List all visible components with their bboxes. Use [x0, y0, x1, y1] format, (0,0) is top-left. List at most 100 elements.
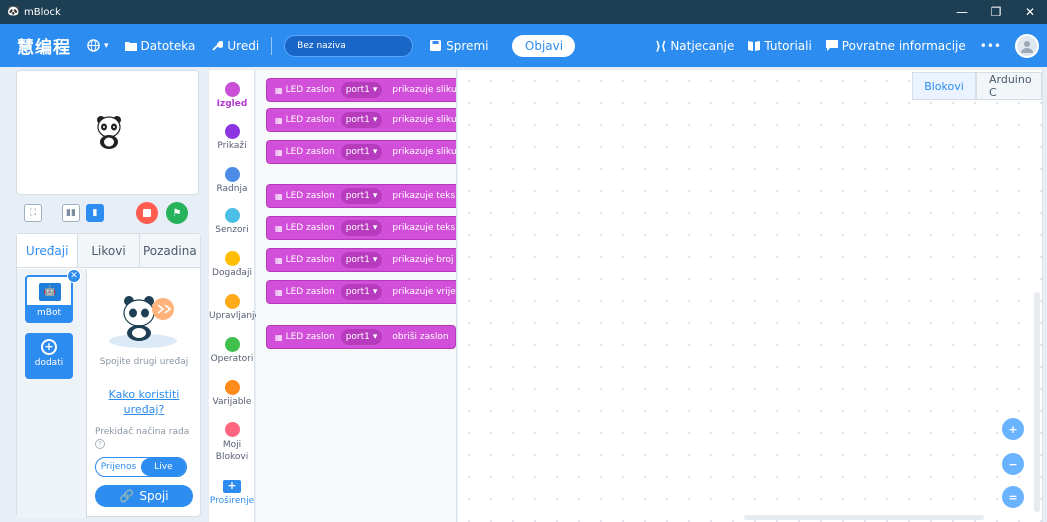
block-led-show-image[interactable]: ▦ LED zaslon port1 ▾ prikazuje sliku	[266, 140, 457, 164]
competition-link[interactable]: ⟩⟨ Natjecanje	[655, 39, 734, 53]
block-label: obriši zaslon	[392, 332, 449, 342]
app-logo[interactable]: 慧编程	[17, 33, 71, 58]
category-operators[interactable]: Operatori	[209, 337, 255, 364]
category-label: Varijable	[212, 397, 252, 407]
chevron-down-icon: ▾	[372, 332, 378, 342]
connect-button[interactable]: 🔗 Spoji	[95, 485, 193, 507]
category-label: Izgled	[216, 99, 248, 109]
block-palette: ▦ LED zaslon port1 ▾ prikazuje sliku ▦ LE…	[256, 70, 457, 522]
tab-sprites[interactable]: Likovi	[78, 234, 140, 267]
category-dot	[224, 337, 240, 352]
chevron-down-icon: ▾	[372, 255, 378, 265]
zoom-in-button[interactable]: +	[1002, 418, 1024, 440]
stop-button[interactable]	[136, 202, 158, 224]
publish-button[interactable]: Objavi	[512, 34, 576, 57]
category-my-blocks[interactable]: Moji Blokovi	[209, 422, 255, 463]
edit-menu[interactable]: Uredi	[211, 39, 259, 53]
block-led-show-text[interactable]: ▦ LED zaslon port1 ▾ prikazuje teks	[266, 184, 456, 208]
category-label: Operatori	[210, 354, 254, 364]
file-menu[interactable]: Datoteka	[124, 39, 195, 53]
tab-devices[interactable]: Uređaji	[17, 234, 79, 267]
port-dropdown[interactable]: port1 ▾	[340, 144, 383, 160]
large-stage-icon[interactable]: ▮	[86, 204, 104, 222]
user-avatar[interactable]	[1015, 33, 1039, 58]
led-matrix-icon: ▦	[275, 147, 283, 157]
tab-blocks[interactable]: Blokovi	[912, 72, 976, 100]
how-to-use-device-link[interactable]: Kako koristiti uređaj?	[87, 387, 201, 417]
chevron-down-icon: ▾	[372, 191, 378, 201]
feedback-link[interactable]: Povratne informacije	[825, 39, 966, 53]
category-looks[interactable]: Izgled	[209, 82, 255, 109]
stage-canvas[interactable]	[16, 70, 199, 195]
port-dropdown[interactable]: port1 ▾	[340, 82, 383, 98]
chevron-down-icon: ▾	[372, 115, 378, 125]
language-menu[interactable]: ▾	[87, 39, 109, 52]
category-variables[interactable]: Varijable	[209, 380, 255, 407]
block-label: LED zaslon	[285, 223, 335, 233]
block-led-show-image[interactable]: ▦ LED zaslon port1 ▾ prikazuje sliku	[266, 108, 456, 132]
block-label: LED zaslon	[285, 332, 335, 342]
fullscreen-icon[interactable]: ⛶	[24, 204, 42, 222]
mode-switch[interactable]: Prijenos Live	[95, 457, 187, 477]
port-dropdown[interactable]: port1 ▾	[340, 220, 383, 236]
category-sensors[interactable]: Senzori	[209, 208, 255, 235]
extensions-button[interactable]: + Proširenje	[209, 480, 255, 507]
mode-live[interactable]: Live	[141, 458, 186, 476]
device-card-mbot[interactable]: 🤖 mBot	[25, 275, 73, 323]
block-categories: Izgled Prikaži Radnja Senzori Događaji U…	[209, 70, 260, 522]
save-button[interactable]: Spremi	[430, 39, 488, 53]
category-show[interactable]: Prikaži	[209, 124, 255, 151]
add-device-button[interactable]: + dodati	[25, 333, 73, 379]
minimize-button[interactable]: —	[945, 0, 979, 24]
zoom-in-icon: +	[1008, 422, 1018, 436]
mode-upload[interactable]: Prijenos	[96, 458, 141, 476]
category-dot	[224, 380, 240, 395]
port-value: port1	[345, 115, 370, 125]
block-label: prikazuje broj	[392, 255, 454, 265]
port-value: port1	[345, 223, 370, 233]
zoom-reset-button[interactable]: =	[1002, 486, 1024, 508]
category-action[interactable]: Radnja	[209, 167, 255, 194]
help-icon[interactable]: ?	[95, 439, 105, 449]
restore-button[interactable]: ❐	[979, 0, 1013, 24]
block-led-show-time[interactable]: ▦ LED zaslon port1 ▾ prikazuje vrije	[266, 280, 456, 304]
tab-arduino-c[interactable]: Arduino C	[976, 72, 1042, 100]
category-label: Senzori	[215, 225, 249, 235]
category-label: Prikaži	[217, 141, 247, 151]
device-panel: Uređaji Likovi Pozadina 🤖 mBot ✕ + dodat…	[16, 233, 201, 518]
port-value: port1	[345, 191, 370, 201]
category-control[interactable]: Upravljanje	[209, 294, 260, 321]
block-led-show-text[interactable]: ▦ LED zaslon port1 ▾ prikazuje teks	[266, 216, 456, 240]
block-led-show-number[interactable]: ▦ LED zaslon port1 ▾ prikazuje broj	[266, 248, 456, 272]
more-menu[interactable]: •••	[980, 39, 1001, 53]
category-events[interactable]: Događaji	[209, 251, 255, 278]
port-dropdown[interactable]: port1 ▾	[340, 329, 383, 345]
mbot-icon: 🤖	[39, 283, 61, 301]
zoom-out-button[interactable]: −	[1002, 453, 1024, 475]
mblock-app: 🐼 mBlock — ❐ ✕ 慧编程 ▾ Datoteka Uredi Bez …	[0, 0, 1047, 522]
led-matrix-icon: ▦	[275, 85, 283, 95]
panda-sprite[interactable]	[95, 115, 123, 149]
horizontal-scrollbar[interactable]	[744, 515, 984, 520]
green-flag-button[interactable]: ⚑	[166, 202, 188, 224]
block-led-show-image[interactable]: ▦ LED zaslon port1 ▾ prikazuje sliku	[266, 78, 456, 102]
tutorials-link[interactable]: Tutoriali	[748, 39, 812, 53]
block-led-clear-screen[interactable]: ▦ LED zaslon port1 ▾ obriši zaslon	[266, 325, 456, 349]
script-workspace[interactable]: Blokovi Arduino C + − =	[458, 70, 1043, 522]
category-dot	[224, 167, 240, 182]
port-dropdown[interactable]: port1 ▾	[340, 188, 383, 204]
port-dropdown[interactable]: port1 ▾	[340, 252, 383, 268]
port-dropdown[interactable]: port1 ▾	[340, 112, 383, 128]
remove-device-icon[interactable]: ✕	[67, 269, 81, 283]
project-name-input[interactable]: Bez naziva	[284, 34, 414, 57]
vertical-scrollbar[interactable]	[1034, 292, 1040, 512]
block-label: prikazuje sliku	[392, 147, 457, 157]
led-matrix-icon: ▦	[275, 115, 283, 125]
port-dropdown[interactable]: port1 ▾	[340, 284, 383, 300]
tab-backdrops[interactable]: Pozadina	[139, 234, 200, 267]
window-title: mBlock	[24, 6, 61, 18]
small-stage-icon[interactable]: ▮▮	[62, 204, 80, 222]
mblock-app-icon: 🐼	[7, 6, 20, 17]
close-button[interactable]: ✕	[1013, 0, 1047, 24]
add-extension-icon: +	[223, 480, 241, 493]
